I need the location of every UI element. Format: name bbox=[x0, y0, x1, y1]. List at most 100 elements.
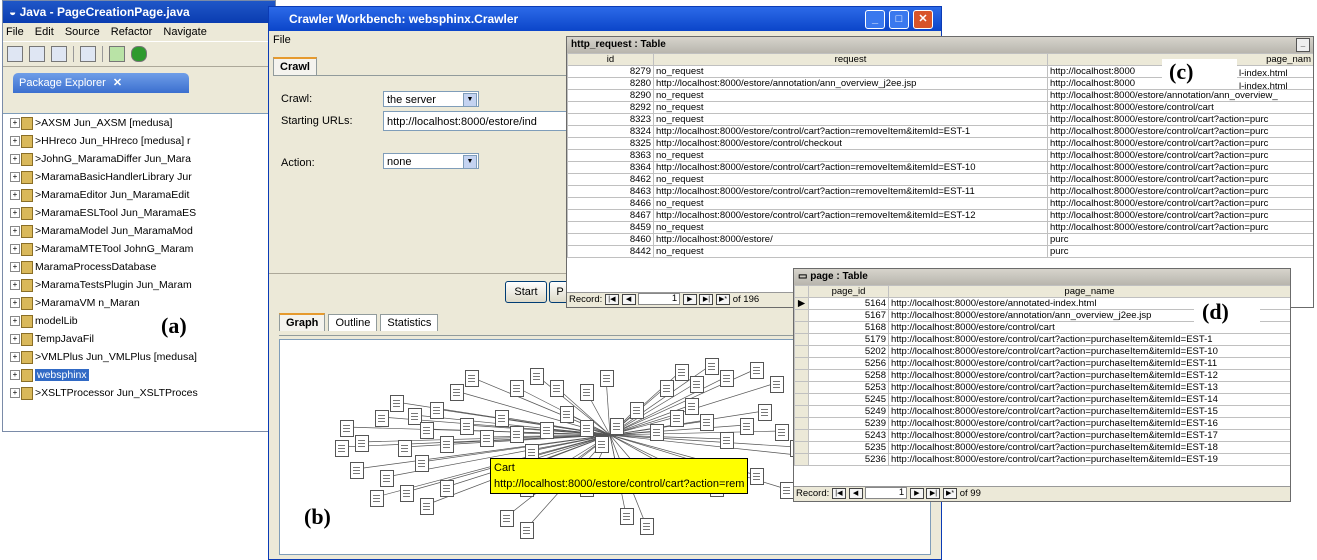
expand-icon[interactable]: + bbox=[10, 352, 20, 362]
cell-request[interactable]: no_request bbox=[653, 149, 1048, 162]
close-icon[interactable]: ✕ bbox=[113, 77, 122, 89]
table-row[interactable]: 8324 http://localhost:8000/estore/control… bbox=[567, 125, 1313, 138]
menu-source[interactable]: Source bbox=[65, 26, 100, 38]
tree-item[interactable]: + >JohnG_MaramaDiffer Jun_Mara bbox=[3, 150, 275, 168]
table-row[interactable]: 8292 no_request http://localhost:8000/esto… bbox=[567, 101, 1313, 114]
table-row[interactable]: 8364 http://localhost:8000/estore/control… bbox=[567, 161, 1313, 174]
page-node-icon[interactable] bbox=[465, 370, 479, 387]
cell-request[interactable]: http://localhost:8000/estore/annotation/… bbox=[653, 77, 1048, 90]
row-selector[interactable] bbox=[794, 405, 809, 418]
page-node-icon[interactable] bbox=[620, 508, 634, 525]
tree-item[interactable]: + >MaramaVM n_Maran bbox=[3, 294, 275, 312]
page-node-icon[interactable] bbox=[420, 422, 434, 439]
table-row[interactable]: 8463 http://localhost:8000/estore/control… bbox=[567, 185, 1313, 198]
page-node-icon[interactable] bbox=[630, 402, 644, 419]
expand-icon[interactable]: + bbox=[10, 244, 20, 254]
column-header-request[interactable]: request bbox=[653, 53, 1048, 66]
last-record-icon[interactable]: ▶| bbox=[699, 293, 714, 305]
page-node-icon[interactable] bbox=[510, 380, 524, 397]
run-icon[interactable] bbox=[131, 46, 147, 62]
page-node-icon[interactable] bbox=[530, 368, 544, 385]
row-selector[interactable] bbox=[794, 345, 809, 358]
cell-request[interactable]: http://localhost:8000/estore/ bbox=[653, 233, 1048, 246]
new-record-icon[interactable]: ▶* bbox=[716, 293, 731, 305]
page-node-icon[interactable] bbox=[650, 424, 664, 441]
cell-id[interactable]: 8280 bbox=[567, 77, 654, 90]
page-node-icon[interactable] bbox=[675, 364, 689, 381]
cell-request[interactable]: http://localhost:8000/estore/control/car… bbox=[653, 185, 1048, 198]
cell-request[interactable]: no_request bbox=[653, 221, 1048, 234]
expand-icon[interactable]: + bbox=[10, 388, 20, 398]
table-row[interactable]: 5239 http://localhost:8000/estore/control… bbox=[794, 417, 1290, 430]
cell-request[interactable]: no_request bbox=[653, 245, 1048, 258]
page-node-icon[interactable] bbox=[355, 435, 369, 452]
tree-item[interactable]: + >XSLTProcessor Jun_XSLTProces bbox=[3, 384, 275, 402]
cell-page-id[interactable]: 5202 bbox=[808, 345, 889, 358]
cell-id[interactable]: 8462 bbox=[567, 173, 654, 186]
cell-page-name[interactable]: http://localhost:8000/estore/control/car… bbox=[1047, 101, 1313, 114]
page-node-icon[interactable] bbox=[700, 414, 714, 431]
cell-page-id[interactable]: 5253 bbox=[808, 381, 889, 394]
menu-file[interactable]: File bbox=[6, 26, 24, 38]
page-node-icon[interactable] bbox=[780, 482, 794, 499]
page-node-icon[interactable] bbox=[420, 498, 434, 515]
cell-request[interactable]: http://localhost:8000/estore/control/che… bbox=[653, 137, 1048, 150]
next-record-icon[interactable]: ▶ bbox=[682, 293, 697, 305]
row-selector[interactable] bbox=[794, 333, 809, 346]
tree-item[interactable]: + modelLib bbox=[3, 312, 275, 330]
cell-request[interactable]: no_request bbox=[653, 89, 1048, 102]
table-row[interactable]: 5243 http://localhost:8000/estore/control… bbox=[794, 429, 1290, 442]
tab-crawl[interactable]: Crawl bbox=[273, 57, 317, 75]
table-row[interactable]: 8290 no_request http://localhost:8000/esto… bbox=[567, 89, 1313, 102]
row-selector[interactable] bbox=[794, 417, 809, 430]
tree-item[interactable]: + >AXSM Jun_AXSM [medusa] bbox=[3, 114, 275, 132]
table-row[interactable]: 8325 http://localhost:8000/estore/control… bbox=[567, 137, 1313, 150]
row-selector[interactable] bbox=[794, 441, 809, 454]
page-node-icon[interactable] bbox=[640, 518, 654, 535]
page-node-icon[interactable] bbox=[350, 462, 364, 479]
page-node-icon[interactable] bbox=[440, 480, 454, 497]
cell-id[interactable]: 8325 bbox=[567, 137, 654, 150]
page-node-icon[interactable] bbox=[340, 420, 354, 437]
tree-item[interactable]: + >MaramaESLTool Jun_MaramaES bbox=[3, 204, 275, 222]
page-node-icon[interactable] bbox=[720, 370, 734, 387]
table-row[interactable]: 5179 http://localhost:8000/estore/control… bbox=[794, 333, 1290, 346]
tree-item[interactable]: + >MaramaBasicHandlerLibrary Jur bbox=[3, 168, 275, 186]
tree-item[interactable]: + >HHreco Jun_HHreco [medusa] r bbox=[3, 132, 275, 150]
cell-page-name[interactable]: purc bbox=[1047, 233, 1313, 246]
cell-page-id[interactable]: 5249 bbox=[808, 405, 889, 418]
row-selector[interactable] bbox=[794, 369, 809, 382]
page-node-icon[interactable] bbox=[685, 398, 699, 415]
first-record-icon[interactable]: |◀ bbox=[831, 487, 846, 499]
cell-id[interactable]: 8363 bbox=[567, 149, 654, 162]
cell-page-id[interactable]: 5256 bbox=[808, 357, 889, 370]
cell-page-name[interactable]: http://localhost:8000/estore/control/car… bbox=[1047, 113, 1313, 126]
page-node-icon[interactable] bbox=[495, 410, 509, 427]
menu-navigate[interactable]: Navigate bbox=[163, 26, 206, 38]
table-row[interactable]: 8323 no_request http://localhost:8000/esto… bbox=[567, 113, 1313, 126]
prev-record-icon[interactable]: ◀ bbox=[848, 487, 863, 499]
cell-page-id[interactable]: 5236 bbox=[808, 453, 889, 466]
page-node-icon[interactable] bbox=[450, 384, 464, 401]
cell-page-name[interactable]: http://localhost:8000/estore/control/car… bbox=[1047, 197, 1313, 210]
expand-icon[interactable]: + bbox=[10, 334, 20, 344]
table-row[interactable]: 8460 http://localhost:8000/estore/purc bbox=[567, 233, 1313, 246]
page-node-icon[interactable] bbox=[720, 432, 734, 449]
table-row[interactable]: 8467 http://localhost:8000/estore/control… bbox=[567, 209, 1313, 222]
cell-page-name[interactable]: http://localhost:8000/estore/control/car… bbox=[888, 345, 1290, 358]
row-selector[interactable] bbox=[794, 321, 809, 334]
page-node-icon[interactable] bbox=[430, 402, 444, 419]
table-row[interactable]: 8462 no_request http://localhost:8000/esto… bbox=[567, 173, 1313, 186]
expand-icon[interactable]: + bbox=[10, 298, 20, 308]
cell-page-id[interactable]: 5179 bbox=[808, 333, 889, 346]
first-record-icon[interactable]: |◀ bbox=[604, 293, 619, 305]
page-node-icon[interactable] bbox=[375, 410, 389, 427]
cell-request[interactable]: no_request bbox=[653, 65, 1048, 78]
cell-page-id[interactable]: 5168 bbox=[808, 321, 889, 334]
new-record-icon[interactable]: ▶* bbox=[943, 487, 958, 499]
expand-icon[interactable]: + bbox=[10, 190, 20, 200]
page-node-icon[interactable] bbox=[500, 510, 514, 527]
column-header-id[interactable]: id bbox=[567, 53, 654, 66]
cell-id[interactable]: 8463 bbox=[567, 185, 654, 198]
page-node-icon[interactable] bbox=[580, 420, 594, 437]
